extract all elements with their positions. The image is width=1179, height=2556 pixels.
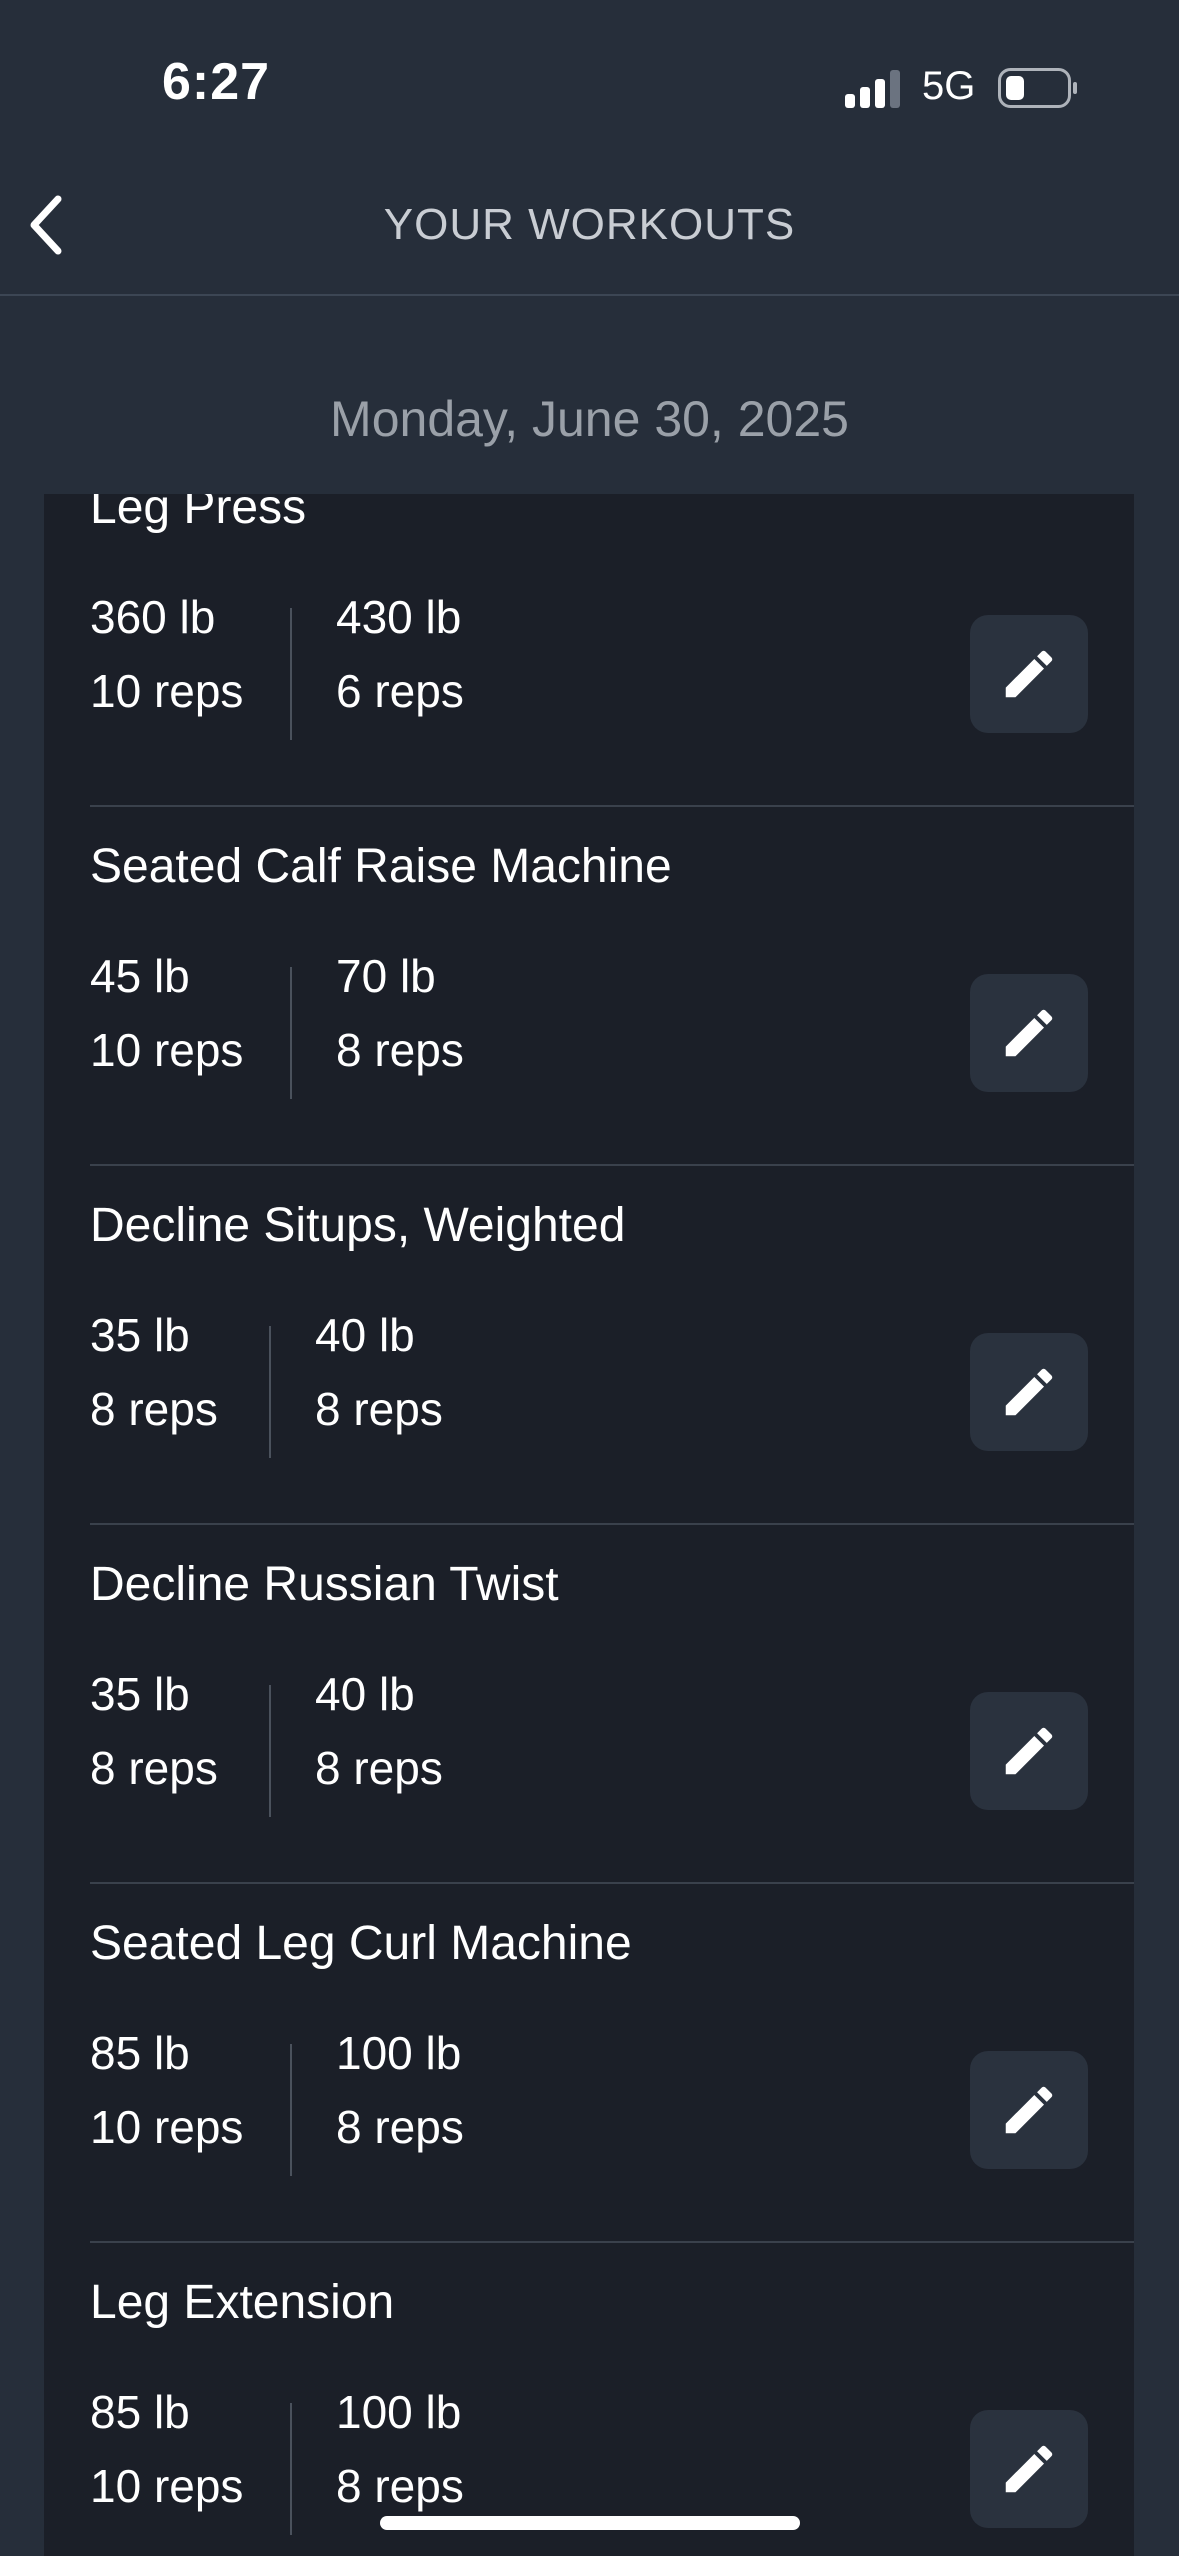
pencil-icon — [1005, 1727, 1053, 1775]
set-1: 360 lb 10 reps — [90, 580, 243, 728]
set-weight: 70 lb — [336, 950, 436, 1002]
edit-workout-button[interactable] — [970, 1692, 1088, 1810]
network-type: 5G — [922, 64, 976, 108]
set-divider — [269, 1326, 271, 1458]
set-divider — [269, 1685, 271, 1817]
date-heading: Monday, June 30, 2025 — [330, 391, 849, 447]
divider — [90, 2241, 1134, 2243]
set-weight: 100 lb — [336, 2386, 462, 2438]
workout-item: Decline Situps, Weighted 35 lb 8 reps 40… — [44, 1199, 1134, 1564]
status-time: 6:27 — [162, 53, 271, 111]
workout-name: Decline Situps, Weighted — [90, 1199, 626, 1252]
edit-workout-button[interactable] — [970, 2051, 1088, 2169]
set-reps: 6 reps — [336, 665, 464, 717]
set-divider — [290, 967, 292, 1099]
cellular-signal-icon — [845, 70, 900, 108]
set-weight: 360 lb — [90, 591, 216, 643]
page-title: YOUR WORKOUTS — [383, 200, 796, 249]
workout-item: Seated Leg Curl Machine 85 lb 10 reps 10… — [44, 1917, 1134, 2282]
workout-name: Leg Extension — [90, 2276, 395, 2329]
edit-workout-button[interactable] — [970, 615, 1088, 733]
set-1: 45 lb 10 reps — [90, 939, 243, 1087]
nav-header: YOUR WORKOUTS — [0, 150, 1179, 296]
divider — [90, 805, 1134, 807]
set-1: 35 lb 8 reps — [90, 1657, 218, 1805]
set-reps: 8 reps — [336, 2460, 464, 2512]
pencil-icon — [1005, 650, 1053, 698]
set-weight: 35 lb — [90, 1668, 190, 1720]
set-reps: 8 reps — [315, 1383, 443, 1435]
set-1: 85 lb 10 reps — [90, 2016, 243, 2164]
workout-item: Leg Press 360 lb 10 reps 430 lb 6 reps — [44, 494, 1134, 846]
set-reps: 8 reps — [336, 1024, 464, 1076]
battery-icon — [998, 68, 1077, 108]
set-2: 100 lb 8 reps — [336, 2375, 464, 2523]
set-weight: 85 lb — [90, 2027, 190, 2079]
set-reps: 10 reps — [90, 1024, 244, 1076]
set-weight: 85 lb — [90, 2386, 190, 2438]
workout-name: Seated Calf Raise Machine — [90, 840, 672, 893]
set-reps: 10 reps — [90, 2101, 244, 2153]
pencil-icon — [1005, 2445, 1053, 2493]
set-weight: 35 lb — [90, 1309, 190, 1361]
pencil-icon — [1005, 2086, 1053, 2134]
set-divider — [290, 2044, 292, 2176]
workout-name: Decline Russian Twist — [90, 1558, 559, 1611]
divider — [90, 1882, 1134, 1884]
set-1: 85 lb 10 reps — [90, 2375, 243, 2523]
workout-name: Seated Leg Curl Machine — [90, 1917, 632, 1970]
set-2: 40 lb 8 reps — [315, 1657, 443, 1805]
set-2: 100 lb 8 reps — [336, 2016, 464, 2164]
edit-workout-button[interactable] — [970, 974, 1088, 1092]
set-2: 70 lb 8 reps — [336, 939, 464, 1087]
workout-name: Leg Press — [90, 494, 307, 534]
workout-item: Seated Calf Raise Machine 45 lb 10 reps … — [44, 840, 1134, 1205]
set-reps: 8 reps — [315, 1742, 443, 1794]
workouts-list: Leg Press 360 lb 10 reps 430 lb 6 reps S… — [44, 494, 1134, 2556]
set-reps: 8 reps — [90, 1383, 218, 1435]
divider — [90, 1523, 1134, 1525]
workout-item: Leg Extension 85 lb 10 reps 100 lb 8 rep… — [44, 2276, 1134, 2556]
workout-item: Decline Russian Twist 35 lb 8 reps 40 lb… — [44, 1558, 1134, 1923]
set-2: 40 lb 8 reps — [315, 1298, 443, 1446]
set-divider — [290, 2403, 292, 2535]
set-weight: 430 lb — [336, 591, 462, 643]
pencil-icon — [1005, 1009, 1053, 1057]
set-reps: 10 reps — [90, 665, 244, 717]
home-indicator[interactable] — [380, 2516, 800, 2530]
set-weight: 40 lb — [315, 1668, 415, 1720]
set-reps: 10 reps — [90, 2460, 244, 2512]
divider — [90, 1164, 1134, 1166]
set-weight: 100 lb — [336, 2027, 462, 2079]
edit-workout-button[interactable] — [970, 2410, 1088, 2528]
set-divider — [290, 608, 292, 740]
set-reps: 8 reps — [336, 2101, 464, 2153]
set-2: 430 lb 6 reps — [336, 580, 464, 728]
pencil-icon — [1005, 1368, 1053, 1416]
edit-workout-button[interactable] — [970, 1333, 1088, 1451]
set-weight: 40 lb — [315, 1309, 415, 1361]
set-1: 35 lb 8 reps — [90, 1298, 218, 1446]
set-reps: 8 reps — [90, 1742, 218, 1794]
status-bar: 6:27 5G — [0, 0, 1179, 150]
set-weight: 45 lb — [90, 950, 190, 1002]
